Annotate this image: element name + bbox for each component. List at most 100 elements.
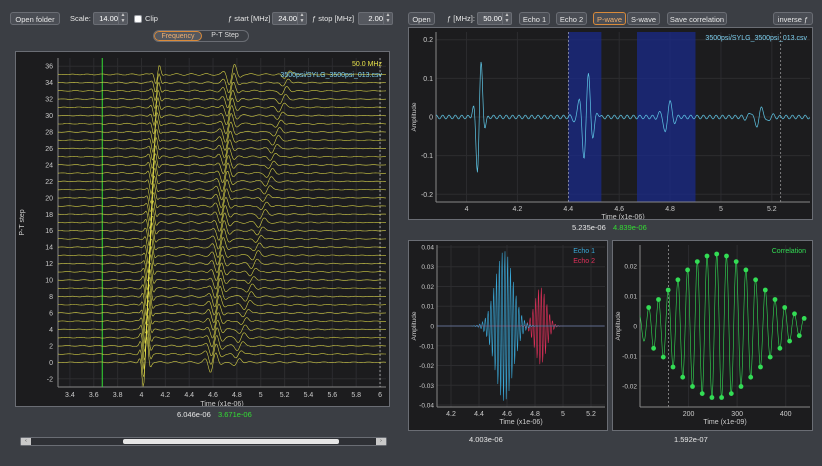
swave-button[interactable]: S-wave — [627, 12, 660, 25]
correlation-point — [753, 277, 758, 283]
correlation-point — [685, 267, 690, 273]
y-tick-label: -0.2 — [421, 192, 433, 199]
frequency-mode-button[interactable]: Frequency — [154, 31, 202, 41]
pt-step-mode-button[interactable]: P-T Step — [202, 31, 248, 41]
y-axis-label: P-T step — [19, 209, 26, 235]
mode-toggle[interactable]: Frequency P-T Step — [153, 30, 249, 42]
correlation-point — [738, 384, 744, 389]
freq-value: 50.00 — [483, 14, 502, 23]
freq-spinbox[interactable]: 50.00 ▲ ▼ — [477, 12, 512, 25]
y-tick-label: -0.02 — [622, 384, 637, 391]
fstop-label: ƒ stop [MHz] — [312, 14, 355, 23]
correlation-plot-panel[interactable]: 200 300 400 0.02 0.01 0 -0.01 -0.02 Time (x1e-09… — [612, 240, 813, 431]
x-tick-label: 5 — [719, 206, 723, 213]
correlation-point — [665, 287, 671, 293]
echo1-button[interactable]: Echo 1 — [519, 12, 550, 25]
echo-plot[interactable]: 4.2 4.4 4.6 4.8 5 5.2 0.04 0.03 0.02 0.01 0 -0.01 -0… — [409, 241, 607, 430]
waterfall-plot[interactable]: 3.4 3.6 3.8 4 4.2 4.4 4.6 4.8 5 5.2 5.4 5.6 5.8 6 -2 0 2… — [16, 52, 389, 406]
horizontal-scrollbar[interactable]: ‹ › — [20, 437, 387, 446]
x-axis-label: Time (x1e-06) — [601, 214, 644, 219]
y-tick-label: 28 — [45, 130, 53, 137]
y-tick-label: 14 — [45, 245, 53, 252]
echo2-button[interactable]: Echo 2 — [556, 12, 587, 25]
correlation-point — [714, 251, 720, 257]
waterfall-plot-panel[interactable]: 3.4 3.6 3.8 4 4.2 4.4 4.6 4.8 5 5.2 5.4 5.6 5.8 6 -2 0 2… — [15, 51, 390, 407]
waveform-plot[interactable]: 4 4.2 4.4 4.6 4.8 5 5.2 0.2 0.1 0 -0.1 -0.2 Time (x1… — [409, 28, 812, 219]
x-tick-label: 5.2 — [586, 411, 596, 418]
correlation-point — [646, 305, 652, 310]
inverse-f-button[interactable]: inverse ƒ — [773, 12, 813, 25]
x-tick-label: 5.4 — [304, 392, 314, 399]
x-axis-label: Time (x1e-09) — [703, 419, 746, 426]
scale-value: 14.00 — [99, 14, 118, 23]
spin-arrows-icon[interactable]: ▲ ▼ — [118, 12, 127, 24]
scroll-right-arrow-icon[interactable]: › — [376, 438, 386, 445]
y-axis-label: Amplitude — [411, 102, 418, 131]
scroll-left-arrow-icon[interactable]: ‹ — [21, 438, 31, 445]
clip-checkbox[interactable] — [134, 15, 142, 23]
y-tick-label: 32 — [45, 97, 53, 104]
y-tick-label: 36 — [45, 64, 53, 71]
x-tick-label: 4.4 — [474, 411, 484, 418]
correlation-point — [699, 391, 705, 396]
fstop-spinbox[interactable]: 2.00 ▲ ▼ — [358, 12, 393, 25]
correlation-plot[interactable]: 200 300 400 0.02 0.01 0 -0.01 -0.02 Time (x1e-09… — [613, 241, 812, 430]
open-button[interactable]: Open — [408, 12, 435, 25]
open-folder-button[interactable]: Open folder — [10, 12, 60, 25]
trace-line — [57, 238, 386, 274]
x-tick-label: 4.8 — [530, 411, 540, 418]
y-tick-label: 0.02 — [421, 284, 434, 291]
y-tick-label: 16 — [45, 228, 53, 235]
y-tick-label: 10 — [45, 278, 53, 285]
legend-echo2: Echo 2 — [573, 258, 595, 265]
x-tick-label: 400 — [780, 411, 792, 418]
correlation-point — [704, 253, 710, 259]
correlation-point — [796, 333, 802, 339]
x-tick-label: 4 — [140, 392, 144, 399]
y-tick-label: 8 — [49, 294, 53, 301]
y-tick-label: 0 — [49, 360, 53, 367]
correlation-point — [792, 311, 797, 317]
y-tick-label: 24 — [45, 162, 53, 169]
freq-label: ƒ [MHz]: — [447, 14, 475, 23]
pwave-button[interactable]: P-wave — [593, 12, 626, 25]
legend-correlation: Correlation — [772, 248, 806, 255]
trace-line — [57, 199, 387, 231]
x-axis-label: Time (x1e-06) — [499, 419, 542, 426]
clip-label: Clip — [145, 14, 158, 23]
spin-arrows-icon[interactable]: ▲ ▼ — [383, 12, 392, 24]
y-tick-label: 34 — [45, 80, 53, 87]
y-tick-label: 0.03 — [421, 264, 434, 271]
trace-line — [57, 175, 386, 205]
y-tick-label: 20 — [45, 195, 53, 202]
y-tick-label: -2 — [47, 376, 53, 383]
fstart-spinbox[interactable]: 24.00 ▲ ▼ — [272, 12, 307, 25]
x-tick-label: 4.2 — [513, 206, 523, 213]
correlation-point — [675, 277, 681, 283]
echo-plot-panel[interactable]: 4.2 4.4 4.6 4.8 5 5.2 0.04 0.03 0.02 0.01 0 -0.01 -0… — [408, 240, 608, 431]
y-tick-label: 0.2 — [423, 37, 433, 44]
scale-spinbox[interactable]: 14.00 ▲ ▼ — [93, 12, 128, 25]
y-tick-label: 0.01 — [421, 304, 434, 311]
x-tick-label: 5.2 — [280, 392, 290, 399]
top-right-readout-green: 4.839e-06 — [613, 223, 647, 232]
correlation-point — [762, 287, 768, 293]
x-tick-label: 4.2 — [446, 411, 456, 418]
echo1-line — [437, 251, 605, 401]
echo-readout: 4.003e-06 — [469, 435, 503, 444]
waveform-plot-panel[interactable]: 4 4.2 4.4 4.6 4.8 5 5.2 0.2 0.1 0 -0.1 -0.2 Time (x1… — [408, 27, 813, 220]
scrollbar-thumb[interactable] — [123, 439, 339, 444]
correlation-point — [772, 297, 778, 302]
save-correlation-button[interactable]: Save correlation — [667, 12, 727, 25]
correlation-point — [670, 364, 676, 370]
spin-arrows-icon[interactable]: ▲ ▼ — [297, 12, 306, 24]
frequency-annotation: 50.0 MHz — [352, 61, 382, 68]
x-tick-label: 3.6 — [89, 392, 99, 399]
y-tick-label: 6 — [49, 310, 53, 317]
correlation-point — [694, 259, 700, 264]
correlation-point — [719, 395, 724, 400]
scale-label: Scale: — [70, 14, 91, 23]
spin-arrows-icon[interactable]: ▲ ▼ — [502, 12, 511, 24]
y-tick-label: 0.02 — [624, 264, 637, 271]
x-tick-label: 4.4 — [184, 392, 194, 399]
